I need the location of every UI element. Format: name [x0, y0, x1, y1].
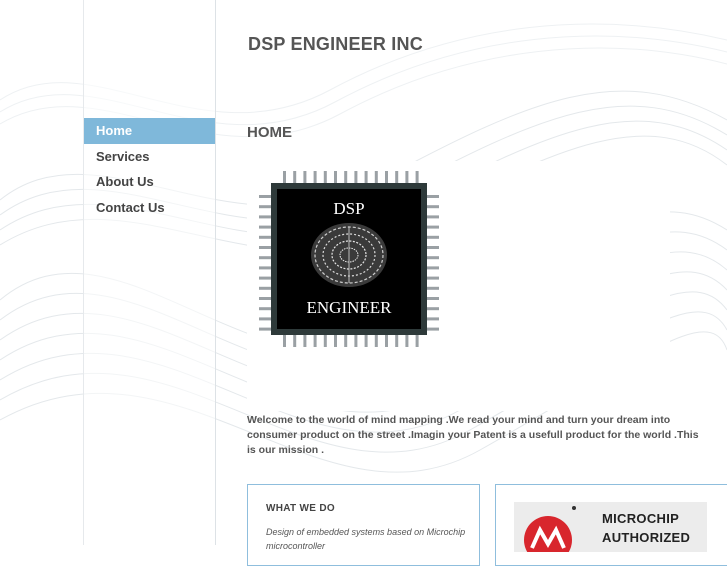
chip-pin: [427, 307, 439, 311]
logo-top-text: DSP: [333, 199, 364, 218]
chip-pin: [259, 225, 271, 229]
microchip-line1: MICROCHIP: [602, 511, 680, 526]
chip-pin: [354, 335, 358, 347]
chip-pin: [427, 297, 439, 300]
chip-pin: [259, 256, 271, 260]
chip-pin: [427, 235, 439, 239]
chip-pin: [259, 246, 271, 249]
chip-pin: [354, 171, 358, 183]
chip-pin: [303, 171, 307, 183]
dsp-engineer-logo: DSP ENGINEER: [257, 169, 441, 349]
chip-pin: [293, 335, 297, 347]
chip-pin: [364, 335, 368, 347]
chip-pin: [313, 335, 317, 347]
chip-pin: [427, 215, 439, 219]
nav-item-home[interactable]: Home: [84, 118, 215, 144]
chip-pin: [385, 335, 388, 347]
logo-bottom-text: ENGINEER: [307, 298, 393, 317]
chip-pin: [293, 171, 297, 183]
chip-pin: [259, 215, 271, 219]
chip-pin: [334, 335, 337, 347]
welcome-text: Welcome to the world of mind mapping .We…: [247, 414, 699, 456]
what-we-do-title: WHAT WE DO: [266, 503, 335, 514]
chip-pin: [259, 235, 271, 239]
microchip-line2: AUTHORIZED: [602, 530, 691, 545]
chip-pin: [259, 276, 271, 280]
chip-pin: [427, 246, 439, 249]
chip-pin: [415, 171, 419, 183]
sidebar: Home Services About Us Contact Us: [83, 0, 216, 545]
chip-pin: [283, 171, 286, 183]
brain-graphic: [311, 223, 387, 287]
chip-pin: [323, 171, 327, 183]
chip-pin: [427, 286, 439, 290]
page-heading: HOME: [247, 124, 292, 141]
chip-pin: [303, 335, 307, 347]
what-we-do-text: Design of embedded systems based on Micr…: [266, 527, 466, 551]
chip-pin: [427, 205, 439, 209]
site-title[interactable]: DSP ENGINEER INC: [248, 34, 423, 55]
chip-pin: [259, 195, 271, 198]
chip-pin: [385, 171, 388, 183]
chip-pin: [313, 171, 317, 183]
nav-item-about-us[interactable]: About Us: [84, 169, 215, 195]
microchip-authorized-box: MICROCHIP AUTHORIZED: [495, 484, 727, 566]
chip-pin: [427, 276, 439, 280]
nav-item-contact-us[interactable]: Contact Us: [84, 195, 215, 221]
chip-pin: [374, 335, 378, 347]
chip-pin: [344, 171, 348, 183]
chip-pin: [415, 335, 419, 347]
chip-pin: [374, 171, 378, 183]
what-we-do-box: WHAT WE DO Design of embedded systems ba…: [247, 484, 480, 566]
chip-pin: [405, 335, 409, 347]
chip-pin: [395, 171, 399, 183]
chip-pin: [427, 327, 439, 331]
chip-pin: [427, 266, 439, 270]
chip-pin: [427, 317, 439, 321]
chip-pin: [259, 307, 271, 311]
chip-pin: [259, 297, 271, 300]
chip-pin: [395, 335, 399, 347]
chip-pin: [323, 335, 327, 347]
chip-pin: [283, 335, 286, 347]
chip-pin: [334, 171, 337, 183]
chip-pin: [344, 335, 348, 347]
chip-pin: [364, 171, 368, 183]
chip-pin: [259, 286, 271, 290]
nav-item-services[interactable]: Services: [84, 144, 215, 170]
chip-pin: [259, 317, 271, 321]
chip-pin: [427, 225, 439, 229]
logo-image-panel: DSP ENGINEER: [247, 161, 670, 411]
chip-pin: [427, 256, 439, 260]
chip-pin: [405, 171, 409, 183]
chip-pin: [259, 327, 271, 331]
chip-pin: [259, 205, 271, 209]
chip-pin: [259, 266, 271, 270]
main-nav: Home Services About Us Contact Us: [84, 118, 215, 220]
chip-pin: [427, 195, 439, 198]
